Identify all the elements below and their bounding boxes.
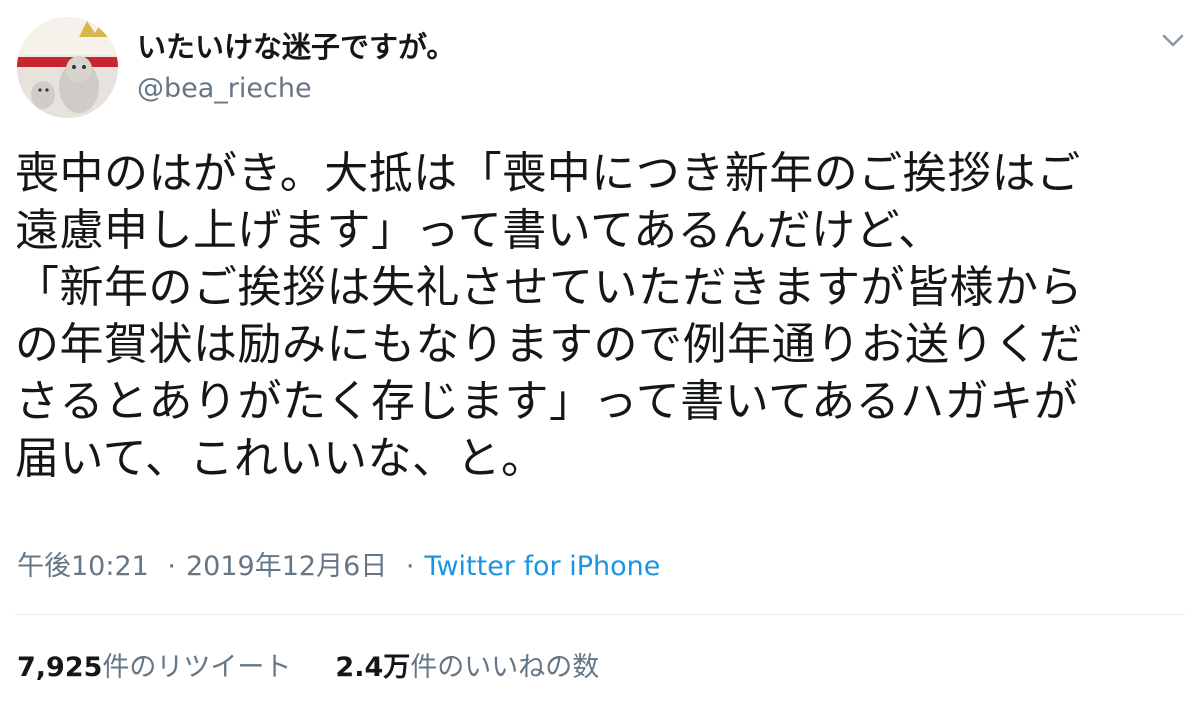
retweets-stat[interactable]: 7,925件のリツイート — [17, 648, 291, 688]
chevron-down-icon[interactable] — [1158, 28, 1188, 54]
tweet-time[interactable]: 午後10:21 — [17, 551, 149, 582]
retweets-count: 7,925 — [17, 652, 103, 683]
tweet-card: いたいけな迷子ですが。 @bea_rieche 喪中のはがき。大抵は「喪中につき… — [0, 0, 1200, 717]
display-name[interactable]: いたいけな迷子ですが。 — [137, 27, 455, 67]
avatar[interactable] — [17, 17, 118, 118]
likes-label: 件のいいねの数 — [410, 652, 600, 683]
likes-count: 2.4万 — [335, 652, 411, 683]
retweets-label: 件のリツイート — [102, 652, 292, 683]
meta-separator: · — [167, 551, 176, 582]
likes-stat[interactable]: 2.4万件のいいねの数 — [335, 648, 599, 688]
meta-separator: · — [405, 551, 415, 582]
tweet-stats: 7,925件のリツイート 2.4万件のいいねの数 — [17, 648, 599, 688]
tweet-meta: 午後10:21 · 2019年12月6日 · Twitter for iPhone — [17, 547, 660, 587]
tweet-date[interactable]: 2019年12月6日 — [186, 551, 387, 582]
avatar-image — [17, 17, 118, 118]
tweet-source-link[interactable]: Twitter for iPhone — [424, 551, 660, 582]
user-handle[interactable]: @bea_rieche — [137, 71, 312, 107]
divider — [15, 614, 1185, 615]
tweet-text: 喪中のはがき。大抵は「喪中につき新年のご挨拶はご 遠慮申し上げます」って書いてあ… — [15, 148, 1083, 484]
